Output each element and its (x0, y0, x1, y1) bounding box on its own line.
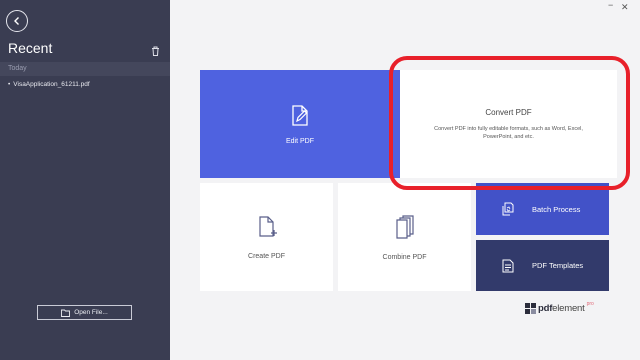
pdf-templates-label: PDF Templates (532, 261, 584, 270)
trash-icon[interactable] (151, 43, 160, 61)
create-document-icon (258, 215, 277, 237)
today-section-label: Today (0, 62, 170, 76)
close-button[interactable]: ✕ (621, 2, 629, 13)
pdfelement-logo-icon (525, 303, 536, 314)
open-file-label: Open File... (74, 309, 108, 316)
folder-icon (61, 309, 71, 317)
pdf-templates-icon (502, 259, 514, 272)
combine-pdf-label: Combine PDF (382, 253, 427, 261)
combine-pdf-tile[interactable]: Combine PDF (338, 183, 471, 291)
recent-title: Recent (8, 40, 53, 56)
open-file-button[interactable]: Open File... (37, 305, 132, 320)
brand-name: pdfelement (538, 303, 585, 314)
create-pdf-tile[interactable]: Create PDF (200, 183, 333, 291)
brand-name-bold: pdf (538, 303, 553, 314)
convert-pdf-title: Convert PDF (485, 107, 532, 117)
pdf-templates-tile[interactable]: PDF Templates (476, 240, 609, 291)
batch-process-label: Batch Process (532, 204, 581, 214)
convert-pdf-description: Convert PDF into fully editable formats,… (434, 125, 583, 140)
pdfelement-logo: pdfelement pro (525, 300, 594, 314)
back-button[interactable] (6, 10, 28, 32)
create-pdf-label: Create PDF (248, 252, 285, 260)
brand-pro-badge: pro (586, 300, 594, 307)
edit-document-icon (292, 104, 308, 126)
recent-file-item[interactable]: • VisaApplication_61211.pdf (8, 81, 90, 88)
combine-documents-icon (395, 214, 414, 239)
batch-process-tile[interactable]: Batch Process (476, 183, 609, 235)
recent-file-name: VisaApplication_61211.pdf (13, 81, 90, 88)
convert-pdf-tile[interactable]: Convert PDF Convert PDF into fully edita… (400, 70, 617, 178)
batch-process-icon (502, 202, 514, 216)
sidebar: Recent Today • VisaApplication_61211.pdf … (0, 0, 170, 360)
minimize-button[interactable]: − (608, 0, 613, 10)
chevron-left-icon (14, 17, 19, 25)
edit-pdf-tile[interactable]: Edit PDF (200, 70, 400, 178)
brand-name-light: element (552, 303, 585, 314)
edit-pdf-label: Edit PDF (285, 137, 314, 145)
bullet-icon: • (8, 81, 11, 88)
